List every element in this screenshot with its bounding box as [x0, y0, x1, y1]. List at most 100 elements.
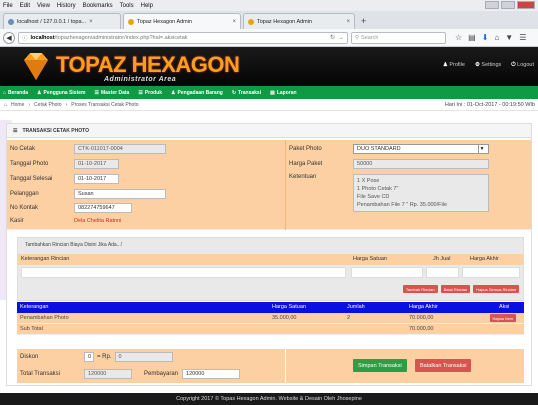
nav-item-transaksi[interactable]: ↻ Transaksi [232, 90, 261, 96]
row-ketentuan: Ketentuan 1 X Pose 1 Photo Cetak 7" File… [289, 174, 489, 212]
new-tab-button[interactable]: + [357, 16, 370, 29]
browser-toolbar-icons: ☆ ▤ ⬇ ⌂ ▼ ☰ [455, 33, 526, 42]
subtotal-label: Sub Total [20, 326, 43, 332]
browser-search-input[interactable]: ⚲ Search [351, 31, 446, 44]
menu-history[interactable]: History [57, 3, 76, 9]
search-placeholder: Search [361, 34, 379, 41]
row-no-kontak: No Kontak 082274759647 [10, 203, 132, 213]
nav-label: Beranda [8, 89, 29, 96]
hamburger-menu-icon[interactable]: ☰ [519, 33, 526, 42]
pembayaran-input[interactable]: 120000 [182, 369, 241, 379]
rincian-harga-header: Harga Satuan [353, 256, 387, 262]
rincian-akhir-input[interactable] [462, 267, 520, 278]
close-window-button[interactable] [517, 1, 535, 9]
breadcrumb-home[interactable]: Home [11, 102, 24, 108]
hapus-item-button[interactable]: Hapus Item [489, 314, 516, 322]
app-header: TOPAZ HEXAGON Administrator Area ♟ Profi… [0, 47, 538, 86]
home-icon: ⌂ [3, 89, 7, 96]
rincian-harga-input[interactable] [351, 267, 423, 278]
minimize-button[interactable] [485, 1, 499, 9]
reading-list-icon[interactable]: ▤ [468, 33, 476, 42]
rincian-header: Keterangan Rincian Harga Satuan Jh Jual … [18, 254, 523, 265]
no-kontak-input[interactable]: 082274759647 [74, 203, 132, 213]
batal-rincian-button[interactable]: Batal Rincian [440, 285, 471, 293]
home-icon[interactable]: ⌂ [494, 33, 499, 42]
no-kontak-label: No Kontak [10, 205, 39, 211]
kasir-value: Dela Chelita Ratnni [74, 218, 122, 224]
tanggal-photo-field: 01-10-2017 [74, 159, 119, 169]
url-bar[interactable]: ⓘ localhost/topazhexagon/administrator/i… [18, 31, 348, 44]
nav-label: Pengguna Sistem [43, 89, 86, 96]
ketentuan-line: 1 X Pose [357, 178, 380, 184]
brand-title: TOPAZ HEXAGON [56, 52, 240, 77]
tab-close-icon[interactable]: × [232, 19, 236, 25]
total-field: 120000 [84, 369, 132, 379]
user-icon: ♟ [171, 89, 176, 96]
profile-label: Profile [449, 62, 465, 68]
browser-tab-1[interactable]: localhost / 127.0.0.1 / topa... × [3, 13, 121, 29]
diskon-rp-field: 0 [114, 352, 173, 362]
ketentuan-label: Ketentuan [289, 174, 317, 180]
back-icon[interactable]: ◀ [3, 31, 15, 44]
tab-close-icon[interactable]: × [346, 19, 350, 25]
nav-item-produk[interactable]: ☰ Produk [138, 90, 162, 96]
menu-tools[interactable]: Tools [120, 3, 134, 9]
save-transaction-button[interactable]: Simpan Transaksi [353, 359, 407, 372]
tab-close-icon[interactable]: × [89, 19, 93, 25]
col-aksi: Aksi [499, 304, 510, 310]
breadcrumb-cetak-photo[interactable]: Cetak Photo [34, 102, 62, 108]
row-harga-paket: Harga Paket 50000 [289, 159, 489, 169]
paket-photo-select[interactable]: DUO STANDARD ▼ [353, 144, 489, 154]
url-dropdown-icon[interactable]: → [338, 35, 344, 41]
hapus-semua-rincian-button[interactable]: Hapus Semua Rincian [473, 285, 519, 293]
user-icon: ♟ [37, 89, 42, 96]
ketentuan-line: File Save CD [357, 194, 390, 200]
settings-link[interactable]: ⚙ Settings [475, 62, 501, 69]
panel-header: ☰ TRANSAKSI CETAK PHOTO [7, 124, 531, 138]
nav-item-pengadaan[interactable]: ♟ Pengadaan Barang [171, 90, 223, 96]
header-user-menu: ♟ Profile ⚙ Settings ⏻ Logout [443, 62, 534, 69]
menu-bookmarks[interactable]: Bookmarks [83, 3, 113, 9]
tanggal-photo-label: Tanggal Photo [10, 161, 49, 167]
nav-item-master-data[interactable]: ☰ Master Data [94, 90, 129, 96]
menu-help[interactable]: Help [141, 3, 153, 9]
rincian-jumlah-input[interactable] [426, 267, 459, 278]
cancel-transaction-button[interactable]: Batalkan Transaksi [415, 359, 472, 372]
browser-tab-3[interactable]: Topaz Hexagon Admin × [243, 13, 355, 29]
logout-link[interactable]: ⏻ Logout [511, 62, 534, 69]
browser-tab-2[interactable]: Topaz Hexagon Admin × [123, 13, 241, 29]
menu-view[interactable]: View [37, 3, 50, 9]
pelanggan-input[interactable]: Susan [74, 189, 166, 199]
tambah-rincian-button[interactable]: Tambah Rincian [402, 285, 438, 293]
rincian-keterangan-input[interactable] [21, 267, 346, 278]
cell-harga-akhir: 70.000,00 [409, 315, 434, 321]
rincian-title: Tambahkan Rincian Biaya Disini Jika Ada.… [25, 242, 123, 248]
payment-section: Diskon 0 = Rp. 0 Total Transaksi 120000 … [17, 349, 524, 383]
tanggal-selesai-input[interactable]: 01-10-2017 [74, 174, 119, 184]
nav-item-pengguna[interactable]: ♟ Pengguna Sistem [37, 90, 85, 96]
gear-icon: ⚙ [474, 62, 480, 68]
list-icon: ☰ [94, 89, 99, 96]
nav-item-beranda[interactable]: ⌂ Beranda [3, 90, 28, 96]
diskon-percent-input[interactable]: 0 [84, 352, 94, 362]
reload-icon[interactable]: ↻ [330, 34, 335, 41]
pocket-icon[interactable]: ▼ [505, 33, 513, 42]
settings-label: Settings [481, 62, 502, 68]
bookmark-star-icon[interactable]: ☆ [455, 33, 462, 42]
rincian-inputs [21, 267, 521, 279]
form-divider [285, 140, 286, 230]
download-icon[interactable]: ⬇ [482, 33, 489, 42]
nav-label: Laporan [276, 89, 297, 96]
profile-link[interactable]: ♟ Profile [443, 62, 465, 69]
no-cetak-field: CTK-011017-0004 [74, 144, 166, 154]
nav-item-laporan[interactable]: ▤ Laporan [270, 90, 296, 96]
rincian-jumlah-header: Jh Jual [433, 256, 451, 262]
table-header: Keterangan Harga Satuan Jumlah Harga Akh… [17, 302, 524, 313]
payment-divider [285, 349, 286, 383]
harga-paket-field: 50000 [353, 159, 489, 169]
menu-file[interactable]: File [3, 3, 13, 9]
menu-edit[interactable]: Edit [20, 3, 30, 9]
tab-favicon-icon [248, 18, 254, 25]
url-host: localhost [30, 34, 55, 41]
maximize-button[interactable] [501, 1, 515, 9]
